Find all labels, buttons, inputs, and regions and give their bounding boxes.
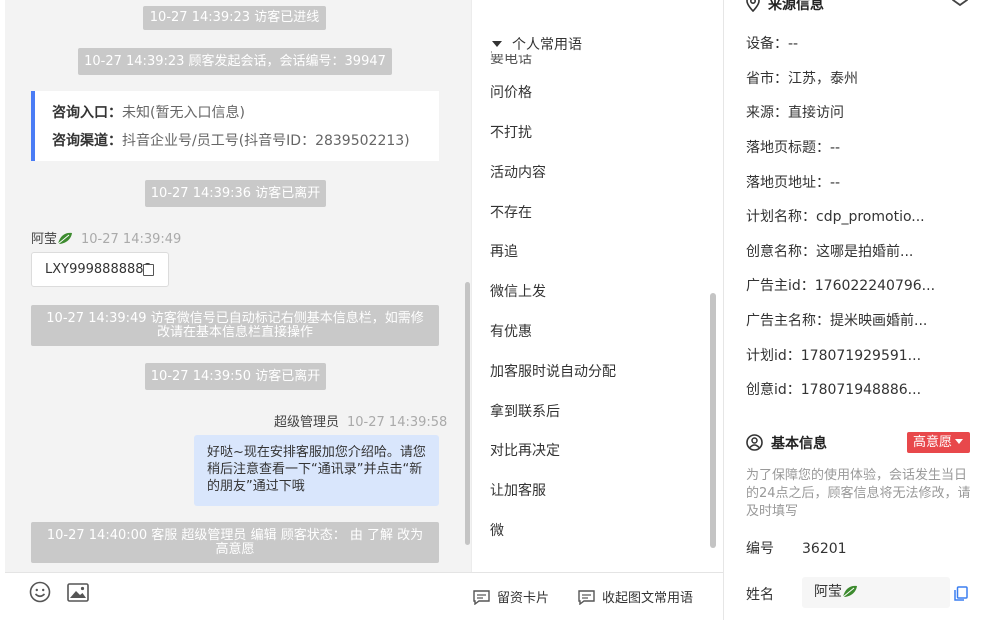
agent-time: 10-27 14:39:58	[347, 415, 448, 430]
edit-notice: 为了保障您的使用体验，会话发生当日的24点之后，顾客信息将无法修改，请及时填写	[746, 468, 971, 519]
system-message: 10-27 14:39:50 访客已离开	[145, 363, 326, 390]
phrase-item[interactable]: 拿到联系后	[490, 401, 560, 421]
chat-scrollbar[interactable]	[465, 282, 470, 545]
phrase-item[interactable]: 对比再决定	[490, 440, 560, 460]
edit-badge-icon[interactable]	[950, 0, 970, 8]
advertiser-name-field: 广告主名称：提米映画婚前...	[746, 313, 928, 329]
device-field: 设备：--	[746, 36, 799, 52]
system-message: 10-27 14:39:23 顾客发起会话，会话编号：39947	[78, 48, 392, 75]
message-icon	[578, 590, 595, 606]
phrases-panel: 要电话 个人常用语 问价格 不打扰 活动内容 不存在 再追 微信上发 有优惠 加…	[471, 0, 723, 572]
source-info-label: 来源信息	[768, 0, 824, 13]
lead-card-button[interactable]: 留资卡片	[473, 587, 549, 606]
status-badge[interactable]: 高意愿	[907, 432, 970, 453]
creative-name-field: 创意名称：这哪是拍婚前...	[746, 244, 914, 260]
leaf-emoji-icon	[842, 585, 857, 598]
phrase-item[interactable]: 不打扰	[490, 122, 532, 142]
region-field: 省市：江苏，泰州	[746, 71, 858, 87]
agent-sender: 超级管理员 10-27 14:39:58	[274, 411, 447, 430]
collapse-phrases-button[interactable]: 收起图文常用语	[578, 587, 693, 606]
phrase-item[interactable]: 再追	[490, 241, 518, 261]
lead-card-label: 留资卡片	[497, 591, 550, 606]
phrase-item[interactable]: 问价格	[490, 82, 532, 102]
smiley-icon[interactable]	[29, 581, 51, 603]
agent-name: 超级管理员	[274, 415, 340, 430]
copy-icon[interactable]	[954, 586, 968, 601]
wechat-id-message[interactable]: LXY9998888888	[31, 252, 169, 287]
image-icon[interactable]	[67, 582, 89, 604]
leaf-emoji-icon	[57, 232, 73, 245]
id-value: 36201	[802, 541, 847, 557]
user-circle-icon	[746, 434, 763, 451]
creative-id-field: 创意id：178071948886...	[746, 382, 922, 398]
visitor-time: 10-27 14:39:49	[81, 232, 182, 247]
id-row: 编号 36201	[746, 538, 847, 558]
advertiser-id-field: 广告主id：176022240796...	[746, 278, 936, 294]
system-message: 10-27 14:39:49 访客微信号已自动标记右侧基本信息栏，如需修改请在基…	[31, 305, 439, 346]
name-value: 阿莹	[814, 584, 842, 600]
location-pin-icon	[746, 0, 760, 13]
basic-info-title: 基本信息	[746, 433, 827, 453]
system-message: 10-27 14:40:00 客服 超级管理员 编辑 顾客状态： 由 了解 改为…	[31, 522, 439, 563]
name-label: 姓名	[746, 587, 774, 603]
system-message: 10-27 14:39:36 访客已离开	[145, 180, 326, 207]
phrase-item[interactable]: 让加客服	[490, 480, 546, 500]
system-message: 10-27 14:39:23 访客已进线	[143, 6, 326, 30]
phrase-item[interactable]: 不存在	[490, 202, 532, 222]
channel-row: 咨询渠道：抖音企业号/员工号(抖音号ID：2839502213)	[52, 130, 439, 158]
entry-label: 咨询入口：	[52, 105, 122, 121]
copy-icon[interactable]	[140, 264, 154, 278]
message-icon	[473, 590, 490, 606]
chat-panel: 10-27 14:39:23 访客已进线 10-27 14:39:23 顾客发起…	[5, 0, 471, 572]
caret-down-icon	[492, 41, 502, 47]
id-label: 编号	[746, 541, 774, 557]
status-badge-label: 高意愿	[913, 435, 953, 450]
basic-info-label: 基本信息	[771, 436, 827, 452]
visitor-sender: 阿莹 10-27 14:39:49	[31, 228, 181, 247]
phrase-item[interactable]: 有优惠	[490, 321, 532, 341]
origin-field: 来源：直接访问	[746, 105, 844, 121]
source-info-title: 来源信息	[746, 0, 824, 14]
phrase-item[interactable]: 加客服时说自动分配	[490, 361, 616, 381]
landing-url-field: 落地页地址：--	[746, 175, 841, 191]
caret-down-icon	[955, 439, 964, 444]
name-field[interactable]: 阿莹	[802, 577, 950, 608]
phrase-item[interactable]: 活动内容	[490, 162, 546, 182]
landing-title-field: 落地页标题：--	[746, 140, 841, 156]
phrase-item[interactable]: 微信上发	[490, 281, 546, 301]
collapse-phrases-label: 收起图文常用语	[602, 591, 694, 606]
entry-value: 未知(暂无入口信息)	[122, 105, 245, 121]
entry-row: 咨询入口：未知(暂无入口信息)	[52, 102, 439, 130]
input-toolbar: 留资卡片 收起图文常用语	[5, 572, 723, 620]
entry-info-card: 咨询入口：未知(暂无入口信息) 咨询渠道：抖音企业号/员工号(抖音号ID：283…	[31, 91, 439, 161]
channel-label: 咨询渠道：	[52, 133, 122, 149]
plan-name-field: 计划名称：cdp_promotio...	[746, 209, 925, 225]
phrases-group-header[interactable]: 个人常用语	[492, 34, 582, 54]
phrase-item[interactable]: 微	[490, 520, 504, 540]
plan-id-field: 计划id：178071929591...	[746, 348, 922, 364]
phrases-scrollbar[interactable]	[710, 293, 716, 548]
phrases-header-label: 个人常用语	[512, 37, 582, 53]
wechat-id-text: LXY9998888888	[45, 262, 152, 277]
agent-message-bubble: 好哒~现在安排客服加您介绍哈。请您稍后注意查看一下“通讯录”并点击“新的朋友”通…	[194, 435, 439, 506]
channel-value: 抖音企业号/员工号(抖音号ID：2839502213)	[122, 133, 410, 149]
customer-info-panel: 来源信息 设备：-- 省市：江苏，泰州 来源：直接访问 落地页标题：-- 落地页…	[723, 0, 994, 620]
visitor-name: 阿莹	[31, 232, 58, 247]
